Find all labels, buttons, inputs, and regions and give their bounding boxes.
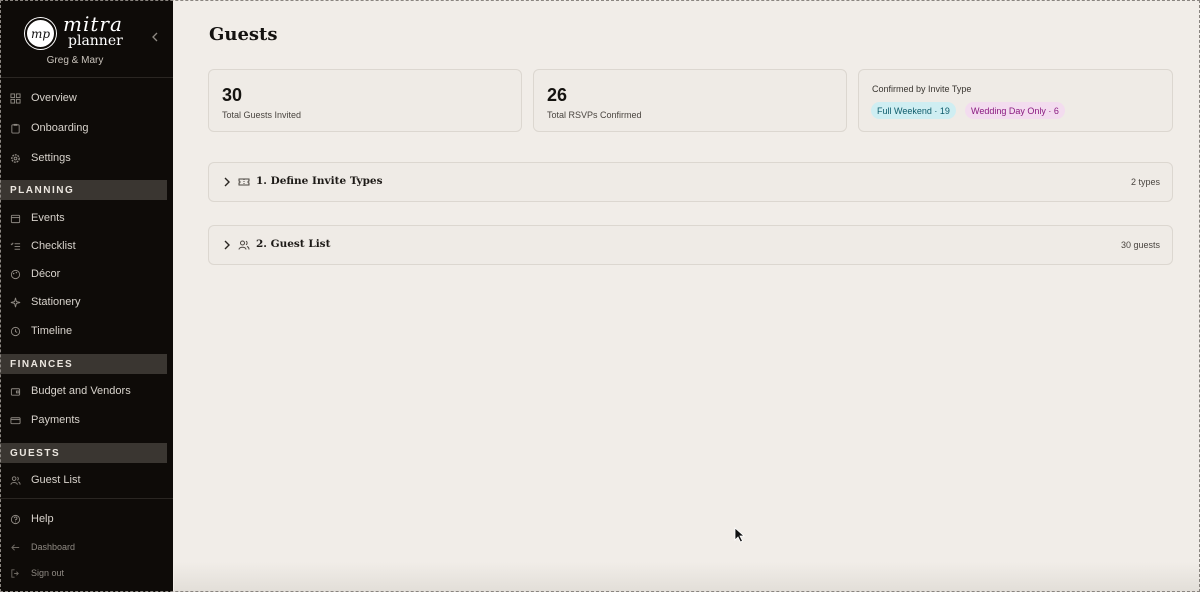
sidebar-item-onboarding[interactable]: Onboarding — [0, 115, 173, 141]
users-icon — [10, 475, 21, 485]
sidebar-item-budget[interactable]: Budget and Vendors — [0, 378, 173, 404]
sidebar-item-label: Stationery — [31, 296, 81, 308]
gear-icon — [11, 153, 20, 163]
card-confirmed-by-invite-type: Confirmed by Invite Type Full Weekend · … — [858, 69, 1173, 132]
sidebar-item-label: Dashboard — [31, 542, 76, 552]
ticket-icon — [238, 178, 250, 186]
sidebar-item-sign-out[interactable]: Sign out — [0, 560, 173, 586]
calendar-icon — [10, 214, 21, 223]
sidebar-item-label: Checklist — [31, 240, 76, 252]
accordion-define-invite-types[interactable]: 1. Define Invite Types 2 types — [208, 162, 1173, 202]
card-heading: Confirmed by Invite Type — [872, 84, 972, 94]
stat-caption: Total Guests Invited — [222, 110, 302, 120]
sidebar-item-label: Budget and Vendors — [31, 385, 131, 397]
section-heading-finances: FINANCES — [0, 354, 167, 374]
stat-caption: Total RSVPs Confirmed — [547, 110, 642, 120]
sidebar-item-help[interactable]: Help — [0, 506, 173, 532]
arrow-left-icon — [11, 543, 20, 551]
accordion-title: 1. Define Invite Types — [256, 175, 383, 187]
wallet-icon — [10, 387, 21, 396]
sidebar-item-label: Help — [31, 513, 54, 525]
brand-header: mp mitra planner Greg & Mary — [0, 0, 173, 78]
invite-type-pill-full-weekend: Full Weekend · 19 — [871, 102, 956, 119]
section-heading-planning: PLANNING — [0, 180, 167, 200]
sidebar-item-dashboard[interactable]: Dashboard — [0, 534, 173, 560]
stat-value: 26 — [547, 85, 568, 105]
couple-names: Greg & Mary — [46, 55, 104, 66]
sidebar-item-timeline[interactable]: Timeline — [0, 318, 173, 344]
section-heading-guests: GUESTS — [0, 443, 167, 463]
sidebar-item-label: Timeline — [31, 325, 73, 337]
sidebar-item-label: Sign out — [31, 568, 65, 578]
clock-icon — [10, 326, 21, 336]
collapse-sidebar-button[interactable] — [148, 30, 162, 44]
bottom-shade — [174, 562, 1200, 592]
accordion-meta: 2 types — [1130, 177, 1160, 187]
chevron-right-icon — [224, 240, 230, 250]
grid-icon — [10, 92, 21, 104]
logo-wordmark-sub: planner — [68, 33, 123, 49]
sidebar-item-label: Events — [31, 212, 65, 224]
sidebar-item-checklist[interactable]: Checklist — [0, 233, 173, 259]
accordion-meta: 30 guests — [1120, 240, 1160, 250]
sidebar: mp mitra planner Greg & Mary Overview On… — [0, 0, 173, 592]
invite-type-pill-wedding-day: Wedding Day Only · 6 — [965, 102, 1065, 119]
palette-icon — [10, 269, 21, 279]
clipboard-icon — [11, 123, 20, 134]
stat-card-rsvps: 26 Total RSVPs Confirmed — [533, 69, 847, 132]
mouse-cursor-icon — [734, 527, 746, 543]
sidebar-item-label: Décor — [31, 268, 61, 280]
page-title: Guests — [209, 24, 278, 45]
sidebar-item-guest-list[interactable]: Guest List — [0, 467, 173, 493]
credit-card-icon — [10, 416, 21, 424]
sidebar-item-overview[interactable]: Overview — [0, 85, 173, 111]
sign-out-icon — [11, 568, 19, 578]
sidebar-item-label: Guest List — [31, 474, 81, 486]
stat-card-total-guests: 30 Total Guests Invited — [208, 69, 522, 132]
sidebar-item-label: Settings — [31, 152, 71, 164]
chevron-right-icon — [224, 177, 230, 187]
logo-monogram[interactable]: mp — [25, 18, 56, 49]
sidebar-item-label: Onboarding — [31, 122, 89, 134]
sidebar-item-label: Payments — [31, 414, 80, 426]
sidebar-item-events[interactable]: Events — [0, 205, 173, 231]
users-icon — [238, 240, 250, 250]
sidebar-item-stationery[interactable]: Stationery — [0, 289, 173, 315]
accordion-title: 2. Guest List — [256, 238, 331, 250]
sidebar-item-payments[interactable]: Payments — [0, 407, 173, 433]
stat-value: 30 — [222, 85, 243, 105]
sidebar-item-decor[interactable]: Décor — [0, 261, 173, 287]
sparkle-icon — [10, 297, 21, 307]
accordion-guest-list[interactable]: 2. Guest List 30 guests — [208, 225, 1173, 265]
sidebar-divider — [0, 498, 173, 499]
sidebar-item-label: Overview — [31, 92, 77, 104]
chevron-left-icon — [152, 32, 158, 42]
sidebar-item-settings[interactable]: Settings — [0, 145, 173, 171]
help-circle-icon — [10, 514, 21, 524]
checklist-icon — [10, 242, 21, 250]
